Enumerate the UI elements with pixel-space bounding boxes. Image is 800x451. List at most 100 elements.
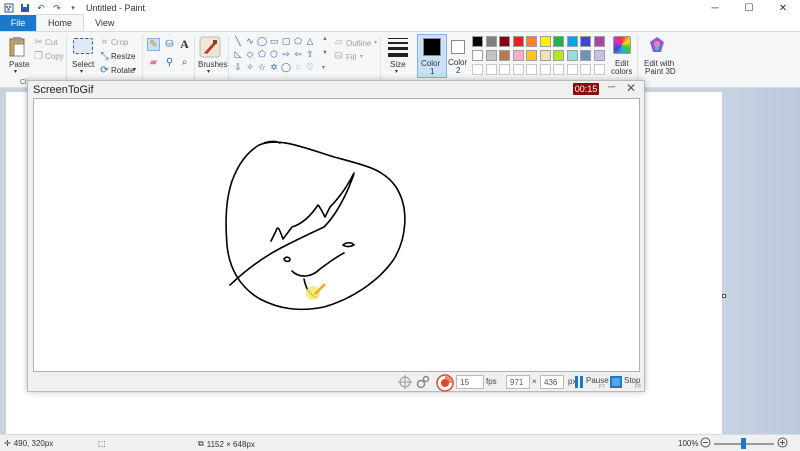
resize-icon[interactable]: ⤡	[98, 50, 111, 63]
palette-swatch[interactable]	[553, 36, 564, 47]
rectangle-shape-icon[interactable]: ▭	[268, 36, 280, 46]
crop-button[interactable]: Crop	[111, 38, 128, 47]
maximize-button[interactable]: ☐	[732, 0, 766, 16]
polygon-shape-icon[interactable]: ⬠	[292, 36, 304, 46]
six-point-star-shape-icon[interactable]: ✡	[268, 62, 280, 72]
palette-swatch[interactable]	[472, 64, 483, 75]
palette-swatch[interactable]	[553, 50, 564, 61]
frame-rate-icon[interactable]	[436, 374, 454, 394]
palette-swatch[interactable]	[485, 64, 497, 75]
pause-icon[interactable]	[574, 376, 584, 390]
pause-button[interactable]: Pause	[586, 376, 609, 385]
copy-icon[interactable]: ❐	[32, 50, 45, 63]
screentogif-minimize-icon[interactable]: ─	[608, 82, 615, 93]
copy-button[interactable]: Copy	[45, 52, 64, 61]
right-arrow-shape-icon[interactable]: ⇨	[280, 49, 292, 59]
select-button[interactable]: Select	[72, 60, 94, 69]
outline-icon[interactable]: ▱	[332, 36, 345, 49]
rotate-button[interactable]: Rotate	[111, 66, 135, 75]
palette-swatch[interactable]	[526, 36, 537, 47]
fill-bucket-icon[interactable]: ⛁	[163, 38, 176, 51]
crop-icon[interactable]: ⌗	[98, 36, 111, 49]
palette-swatch[interactable]	[499, 36, 510, 47]
palette-swatch[interactable]	[553, 64, 564, 75]
line-shape-icon[interactable]: ╲	[232, 36, 244, 46]
palette-swatch[interactable]	[593, 64, 605, 75]
palette-swatch[interactable]	[512, 64, 524, 75]
hexagon-shape-icon[interactable]: ⬡	[268, 49, 280, 59]
curve-shape-icon[interactable]: ∿	[244, 36, 256, 46]
down-arrow-shape-icon[interactable]: ⇩	[232, 62, 244, 72]
fill-icon[interactable]: ⛁	[332, 50, 345, 63]
select-icon[interactable]	[73, 38, 93, 54]
palette-swatch[interactable]	[580, 36, 591, 47]
palette-swatch[interactable]	[512, 50, 524, 61]
palette-swatch[interactable]	[566, 50, 578, 61]
color-picker-icon[interactable]: ⚲	[163, 56, 176, 69]
edit-colors-button-line2[interactable]: colors	[611, 67, 632, 76]
crosshair-icon[interactable]	[398, 375, 412, 391]
color2-button[interactable]: Color 2	[447, 34, 471, 78]
rotate-dropdown-icon[interactable]: ▾	[133, 66, 136, 73]
save-icon[interactable]	[20, 3, 30, 13]
pentagon-shape-icon[interactable]: ⬠	[256, 49, 268, 59]
zoom-out-button[interactable]	[700, 437, 711, 448]
right-triangle-shape-icon[interactable]: ◺	[232, 49, 244, 59]
four-point-star-shape-icon[interactable]: ✧	[244, 62, 256, 72]
diamond-shape-icon[interactable]: ◇	[244, 49, 256, 59]
canvas-resize-handle-right[interactable]	[722, 294, 726, 298]
scissors-icon[interactable]: ✂	[32, 36, 45, 49]
paste-icon[interactable]	[8, 36, 26, 58]
tab-file[interactable]: File	[0, 15, 36, 31]
palette-swatch[interactable]	[580, 64, 591, 75]
callout-shape-icon[interactable]: ◯	[280, 62, 292, 72]
color1-button[interactable]: Color 1	[417, 34, 447, 78]
palette-swatch[interactable]	[526, 50, 537, 61]
five-point-star-shape-icon[interactable]: ☆	[256, 62, 268, 72]
magnifier-icon[interactable]: ⌕	[178, 56, 191, 69]
paste-button[interactable]: Paste	[9, 60, 29, 69]
size-icon[interactable]	[388, 38, 408, 58]
palette-swatch[interactable]	[566, 64, 578, 75]
rotate-icon[interactable]: ⟳	[98, 64, 111, 77]
tab-view[interactable]: View	[84, 15, 125, 31]
fill-dropdown-icon[interactable]: ▾	[360, 53, 363, 60]
palette-swatch[interactable]	[526, 64, 537, 75]
redo-icon[interactable]: ↷	[52, 3, 62, 13]
size-dropdown-icon[interactable]: ▾	[395, 68, 398, 75]
palette-swatch[interactable]	[593, 36, 605, 47]
gear-icon[interactable]	[416, 375, 430, 391]
palette-swatch[interactable]	[472, 36, 483, 47]
triangle-shape-icon[interactable]: △	[304, 36, 316, 46]
brushes-icon[interactable]	[199, 36, 221, 58]
shapes-more-icon[interactable]: ▾	[322, 64, 325, 71]
fps-input[interactable]: 15	[456, 375, 484, 389]
zoom-in-button[interactable]	[777, 437, 788, 448]
resize-button[interactable]: Resize	[111, 52, 135, 61]
select-dropdown-icon[interactable]: ▾	[80, 68, 83, 75]
outline-dropdown-icon[interactable]: ▾	[374, 39, 377, 46]
heart-shape-icon[interactable]: ♡	[304, 62, 316, 72]
brushes-dropdown-icon[interactable]: ▾	[207, 68, 210, 75]
palette-swatch[interactable]	[512, 36, 524, 47]
customize-dropdown-icon[interactable]: ▾	[68, 3, 78, 13]
rounded-rectangle-shape-icon[interactable]: ▢	[280, 36, 292, 46]
palette-swatch[interactable]	[485, 50, 497, 61]
brushes-button[interactable]: Brushes	[198, 60, 227, 69]
width-input[interactable]: 971	[506, 375, 530, 389]
palette-swatch[interactable]	[499, 64, 510, 75]
palette-swatch[interactable]	[539, 50, 551, 61]
tab-home[interactable]: Home	[36, 14, 85, 31]
outline-button[interactable]: Outline	[346, 39, 371, 48]
oval-shape-icon[interactable]: ◯	[256, 36, 268, 46]
palette-swatch[interactable]	[580, 50, 591, 61]
palette-swatch[interactable]	[539, 64, 551, 75]
text-icon[interactable]: A	[178, 37, 191, 51]
zoom-slider-thumb[interactable]	[741, 438, 746, 449]
shapes-scroll-up-icon[interactable]: ▲	[322, 36, 328, 42]
palette-swatch[interactable]	[485, 36, 497, 47]
stop-icon[interactable]	[610, 376, 622, 390]
cut-button[interactable]: Cut	[45, 38, 57, 47]
minimize-button[interactable]: ─	[698, 0, 732, 16]
height-input[interactable]: 436	[540, 375, 564, 389]
